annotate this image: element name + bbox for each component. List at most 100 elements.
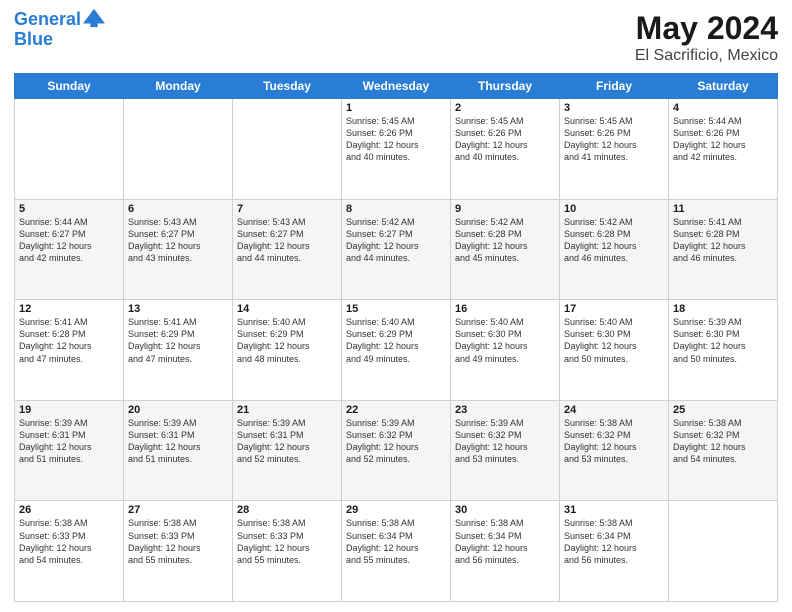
day-info: Sunrise: 5:40 AM Sunset: 6:30 PM Dayligh…	[564, 316, 664, 365]
calendar-cell: 6Sunrise: 5:43 AM Sunset: 6:27 PM Daylig…	[124, 199, 233, 300]
day-number: 13	[128, 303, 228, 315]
day-number: 24	[564, 404, 664, 416]
calendar-header-cell: Wednesday	[342, 74, 451, 99]
calendar-cell: 20Sunrise: 5:39 AM Sunset: 6:31 PM Dayli…	[124, 400, 233, 501]
calendar-cell: 5Sunrise: 5:44 AM Sunset: 6:27 PM Daylig…	[15, 199, 124, 300]
day-info: Sunrise: 5:39 AM Sunset: 6:30 PM Dayligh…	[673, 316, 773, 365]
calendar-header-cell: Thursday	[451, 74, 560, 99]
calendar: SundayMondayTuesdayWednesdayThursdayFrid…	[14, 73, 778, 602]
day-number: 31	[564, 504, 664, 516]
calendar-cell: 14Sunrise: 5:40 AM Sunset: 6:29 PM Dayli…	[233, 300, 342, 401]
day-number: 4	[673, 102, 773, 114]
calendar-cell: 15Sunrise: 5:40 AM Sunset: 6:29 PM Dayli…	[342, 300, 451, 401]
day-info: Sunrise: 5:45 AM Sunset: 6:26 PM Dayligh…	[455, 115, 555, 164]
day-info: Sunrise: 5:38 AM Sunset: 6:34 PM Dayligh…	[455, 517, 555, 566]
day-number: 6	[128, 203, 228, 215]
day-number: 2	[455, 102, 555, 114]
main-title: May 2024	[635, 10, 778, 47]
day-info: Sunrise: 5:44 AM Sunset: 6:26 PM Dayligh…	[673, 115, 773, 164]
day-number: 12	[19, 303, 119, 315]
calendar-cell: 7Sunrise: 5:43 AM Sunset: 6:27 PM Daylig…	[233, 199, 342, 300]
calendar-header-cell: Saturday	[669, 74, 778, 99]
day-number: 16	[455, 303, 555, 315]
calendar-cell: 28Sunrise: 5:38 AM Sunset: 6:33 PM Dayli…	[233, 501, 342, 602]
day-info: Sunrise: 5:40 AM Sunset: 6:30 PM Dayligh…	[455, 316, 555, 365]
day-number: 22	[346, 404, 446, 416]
day-info: Sunrise: 5:39 AM Sunset: 6:31 PM Dayligh…	[128, 417, 228, 466]
title-block: May 2024 El Sacrificio, Mexico	[635, 10, 778, 65]
day-number: 8	[346, 203, 446, 215]
day-number: 14	[237, 303, 337, 315]
day-info: Sunrise: 5:45 AM Sunset: 6:26 PM Dayligh…	[346, 115, 446, 164]
page: General Blue May 2024 El Sacrificio, Mex…	[0, 0, 792, 612]
day-info: Sunrise: 5:41 AM Sunset: 6:28 PM Dayligh…	[19, 316, 119, 365]
logo-text-line1: General	[14, 10, 81, 30]
calendar-cell: 2Sunrise: 5:45 AM Sunset: 6:26 PM Daylig…	[451, 99, 560, 200]
day-info: Sunrise: 5:38 AM Sunset: 6:34 PM Dayligh…	[346, 517, 446, 566]
day-number: 11	[673, 203, 773, 215]
calendar-week-row: 26Sunrise: 5:38 AM Sunset: 6:33 PM Dayli…	[15, 501, 778, 602]
calendar-cell: 31Sunrise: 5:38 AM Sunset: 6:34 PM Dayli…	[560, 501, 669, 602]
calendar-cell: 8Sunrise: 5:42 AM Sunset: 6:27 PM Daylig…	[342, 199, 451, 300]
day-info: Sunrise: 5:43 AM Sunset: 6:27 PM Dayligh…	[128, 216, 228, 265]
calendar-cell: 18Sunrise: 5:39 AM Sunset: 6:30 PM Dayli…	[669, 300, 778, 401]
logo: General Blue	[14, 10, 105, 50]
calendar-week-row: 5Sunrise: 5:44 AM Sunset: 6:27 PM Daylig…	[15, 199, 778, 300]
calendar-cell: 10Sunrise: 5:42 AM Sunset: 6:28 PM Dayli…	[560, 199, 669, 300]
calendar-header-cell: Sunday	[15, 74, 124, 99]
header: General Blue May 2024 El Sacrificio, Mex…	[14, 10, 778, 65]
day-info: Sunrise: 5:38 AM Sunset: 6:33 PM Dayligh…	[19, 517, 119, 566]
day-number: 30	[455, 504, 555, 516]
calendar-cell: 27Sunrise: 5:38 AM Sunset: 6:33 PM Dayli…	[124, 501, 233, 602]
day-number: 26	[19, 504, 119, 516]
logo-text-line2: Blue	[14, 30, 105, 50]
day-info: Sunrise: 5:41 AM Sunset: 6:29 PM Dayligh…	[128, 316, 228, 365]
calendar-cell: 30Sunrise: 5:38 AM Sunset: 6:34 PM Dayli…	[451, 501, 560, 602]
day-info: Sunrise: 5:38 AM Sunset: 6:33 PM Dayligh…	[128, 517, 228, 566]
day-info: Sunrise: 5:41 AM Sunset: 6:28 PM Dayligh…	[673, 216, 773, 265]
day-number: 20	[128, 404, 228, 416]
day-info: Sunrise: 5:39 AM Sunset: 6:32 PM Dayligh…	[346, 417, 446, 466]
calendar-cell: 26Sunrise: 5:38 AM Sunset: 6:33 PM Dayli…	[15, 501, 124, 602]
day-number: 27	[128, 504, 228, 516]
calendar-cell	[233, 99, 342, 200]
calendar-cell: 21Sunrise: 5:39 AM Sunset: 6:31 PM Dayli…	[233, 400, 342, 501]
day-number: 1	[346, 102, 446, 114]
calendar-cell: 12Sunrise: 5:41 AM Sunset: 6:28 PM Dayli…	[15, 300, 124, 401]
calendar-cell	[15, 99, 124, 200]
calendar-cell	[669, 501, 778, 602]
calendar-cell: 1Sunrise: 5:45 AM Sunset: 6:26 PM Daylig…	[342, 99, 451, 200]
day-info: Sunrise: 5:38 AM Sunset: 6:32 PM Dayligh…	[564, 417, 664, 466]
day-info: Sunrise: 5:43 AM Sunset: 6:27 PM Dayligh…	[237, 216, 337, 265]
calendar-week-row: 12Sunrise: 5:41 AM Sunset: 6:28 PM Dayli…	[15, 300, 778, 401]
day-number: 9	[455, 203, 555, 215]
day-info: Sunrise: 5:40 AM Sunset: 6:29 PM Dayligh…	[346, 316, 446, 365]
calendar-cell: 25Sunrise: 5:38 AM Sunset: 6:32 PM Dayli…	[669, 400, 778, 501]
day-number: 19	[19, 404, 119, 416]
day-info: Sunrise: 5:38 AM Sunset: 6:33 PM Dayligh…	[237, 517, 337, 566]
calendar-body: 1Sunrise: 5:45 AM Sunset: 6:26 PM Daylig…	[15, 99, 778, 602]
day-number: 18	[673, 303, 773, 315]
calendar-cell	[124, 99, 233, 200]
calendar-header-cell: Friday	[560, 74, 669, 99]
day-number: 3	[564, 102, 664, 114]
day-info: Sunrise: 5:39 AM Sunset: 6:32 PM Dayligh…	[455, 417, 555, 466]
day-number: 5	[19, 203, 119, 215]
day-number: 28	[237, 504, 337, 516]
day-number: 15	[346, 303, 446, 315]
calendar-cell: 9Sunrise: 5:42 AM Sunset: 6:28 PM Daylig…	[451, 199, 560, 300]
calendar-cell: 19Sunrise: 5:39 AM Sunset: 6:31 PM Dayli…	[15, 400, 124, 501]
day-number: 7	[237, 203, 337, 215]
day-info: Sunrise: 5:44 AM Sunset: 6:27 PM Dayligh…	[19, 216, 119, 265]
calendar-cell: 13Sunrise: 5:41 AM Sunset: 6:29 PM Dayli…	[124, 300, 233, 401]
calendar-header-cell: Monday	[124, 74, 233, 99]
calendar-header-cell: Tuesday	[233, 74, 342, 99]
day-number: 23	[455, 404, 555, 416]
calendar-cell: 11Sunrise: 5:41 AM Sunset: 6:28 PM Dayli…	[669, 199, 778, 300]
calendar-cell: 24Sunrise: 5:38 AM Sunset: 6:32 PM Dayli…	[560, 400, 669, 501]
calendar-cell: 17Sunrise: 5:40 AM Sunset: 6:30 PM Dayli…	[560, 300, 669, 401]
day-info: Sunrise: 5:40 AM Sunset: 6:29 PM Dayligh…	[237, 316, 337, 365]
day-number: 21	[237, 404, 337, 416]
day-info: Sunrise: 5:38 AM Sunset: 6:32 PM Dayligh…	[673, 417, 773, 466]
calendar-cell: 4Sunrise: 5:44 AM Sunset: 6:26 PM Daylig…	[669, 99, 778, 200]
